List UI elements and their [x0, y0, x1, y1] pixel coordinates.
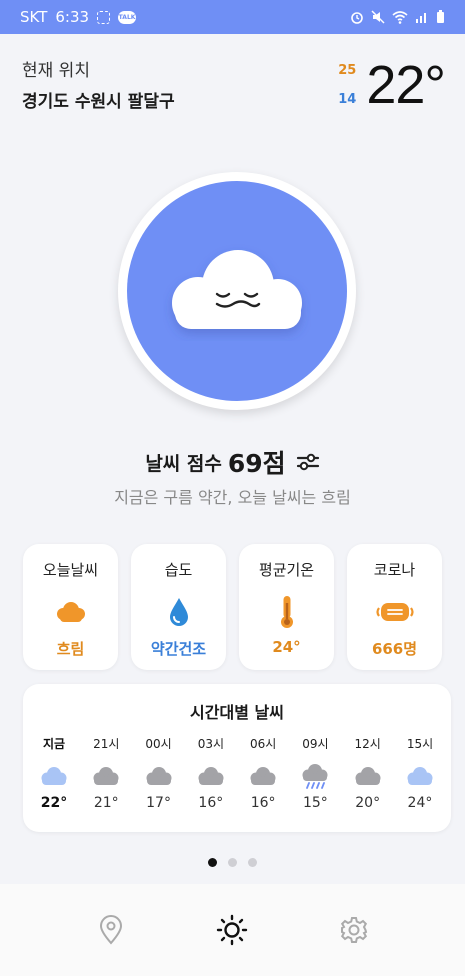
cloud-light-blue-icon: [407, 767, 433, 785]
hour-label: 03시: [197, 737, 224, 751]
card-value: 666명: [371, 640, 418, 658]
info-cards: 오늘날씨 흐림 습도 약간건조 평균기온 24° 코로나 666명: [23, 544, 442, 670]
hour-temp: 15°: [302, 795, 328, 811]
hour-item: 09시 15°: [290, 735, 340, 811]
score-value: 69점: [227, 449, 286, 478]
hour-item: 지금 22°: [29, 735, 79, 811]
thermometer-icon: [280, 596, 293, 628]
card-title: 오늘날씨: [42, 561, 99, 579]
location-pin-icon: [99, 915, 122, 945]
card-corona[interactable]: 코로나 666명: [347, 544, 442, 670]
screenshot-icon: [97, 10, 111, 24]
hour-label: 지금: [42, 737, 66, 751]
location-name: 경기도 수원시 팔달구: [22, 92, 175, 112]
cloud-light-blue-icon: [41, 767, 67, 785]
battery-icon: [437, 10, 444, 23]
card-title: 습도: [164, 561, 193, 579]
cloud-gray-icon: [355, 767, 381, 785]
page-indicator: [0, 858, 465, 867]
card-value: 24°: [272, 638, 301, 656]
hour-temp: 17°: [146, 795, 171, 811]
hour-label: 06시: [249, 737, 277, 751]
status-bar: SKT 6:33 TALK: [0, 0, 465, 34]
cloud-gray-icon: [250, 767, 276, 785]
weather-summary: 지금은 구름 약간, 오늘 날씨는 흐림: [114, 488, 351, 507]
hour-label: 21시: [93, 737, 120, 751]
card-value: 흐림: [56, 640, 85, 658]
bottom-nav: [0, 884, 465, 976]
hour-label: 12시: [354, 737, 381, 751]
cloud-gray-icon: [198, 767, 224, 785]
card-avg-temp[interactable]: 평균기온 24°: [239, 544, 334, 670]
hour-label: 15시: [406, 737, 434, 751]
face-mask-icon: [375, 603, 414, 621]
location-block: 현재 위치 경기도 수원시 팔달구: [22, 56, 175, 112]
nav-weather-button[interactable]: [210, 908, 254, 952]
hour-temp: 22°: [40, 795, 68, 811]
hour-temp: 21°: [93, 795, 119, 811]
temperature-block: 25 14 22°: [338, 54, 446, 116]
card-today-weather[interactable]: 오늘날씨 흐림: [23, 544, 118, 670]
hour-item: 00시 17°: [134, 735, 184, 811]
score-label: 날씨 점수: [145, 452, 222, 475]
water-drop-icon: [169, 598, 188, 626]
card-humidity[interactable]: 습도 약간건조: [131, 544, 226, 670]
page-dot-active[interactable]: [208, 858, 217, 867]
current-temp: 22°: [366, 55, 446, 115]
gear-icon: [341, 917, 368, 943]
nav-settings-button[interactable]: [332, 908, 376, 952]
filter-toggle-icon[interactable]: [296, 452, 320, 472]
hour-temp: 16°: [250, 795, 276, 811]
carrier-label: SKT: [20, 8, 48, 26]
hour-item: 03시 16°: [186, 735, 236, 811]
alarm-icon: [351, 12, 363, 24]
hour-temp: 16°: [198, 795, 224, 811]
hourly-forecast: 시간대별 날씨 지금 22° 21시 21° 00시 17° 03시 16° 0…: [23, 684, 451, 832]
hour-temp: 20°: [355, 795, 381, 811]
clock: 6:33: [55, 8, 90, 26]
cloud-icon: [56, 602, 85, 622]
nav-location-button[interactable]: [89, 908, 133, 952]
hour-item: 21시 21°: [81, 735, 131, 811]
card-value: 약간건조: [150, 640, 207, 658]
hour-item: 12시 20°: [343, 735, 393, 811]
low-temp: 14: [338, 92, 357, 107]
hour-label: 09시: [302, 737, 329, 751]
location-label: 현재 위치: [22, 61, 90, 81]
high-temp: 25: [338, 63, 357, 78]
card-title: 코로나: [373, 561, 416, 579]
page-dot[interactable]: [248, 858, 257, 867]
card-title: 평균기온: [258, 561, 315, 579]
hour-label: 00시: [145, 737, 172, 751]
page-dot[interactable]: [228, 858, 237, 867]
weather-score: 날씨 점수 69점: [0, 444, 465, 480]
signal-icon: [416, 13, 426, 23]
hourly-list: 지금 22° 21시 21° 00시 17° 03시 16° 06시 16° 0…: [23, 735, 451, 811]
wifi-icon: [392, 10, 408, 24]
sleeping-cloud-icon: [172, 250, 302, 329]
hour-temp: 24°: [407, 795, 433, 811]
hourly-title: 시간대별 날씨: [190, 703, 284, 722]
hour-item: 15시 24°: [395, 735, 445, 811]
cloud-gray-icon: [93, 767, 119, 785]
sun-icon: [217, 914, 248, 946]
weather-hero: [118, 172, 356, 410]
rain-cloud-icon: [302, 764, 328, 789]
mute-icon: [371, 10, 385, 24]
chat-icon: TALK: [118, 10, 137, 24]
hour-item: 06시 16°: [238, 735, 288, 811]
cloud-gray-icon: [146, 767, 172, 785]
